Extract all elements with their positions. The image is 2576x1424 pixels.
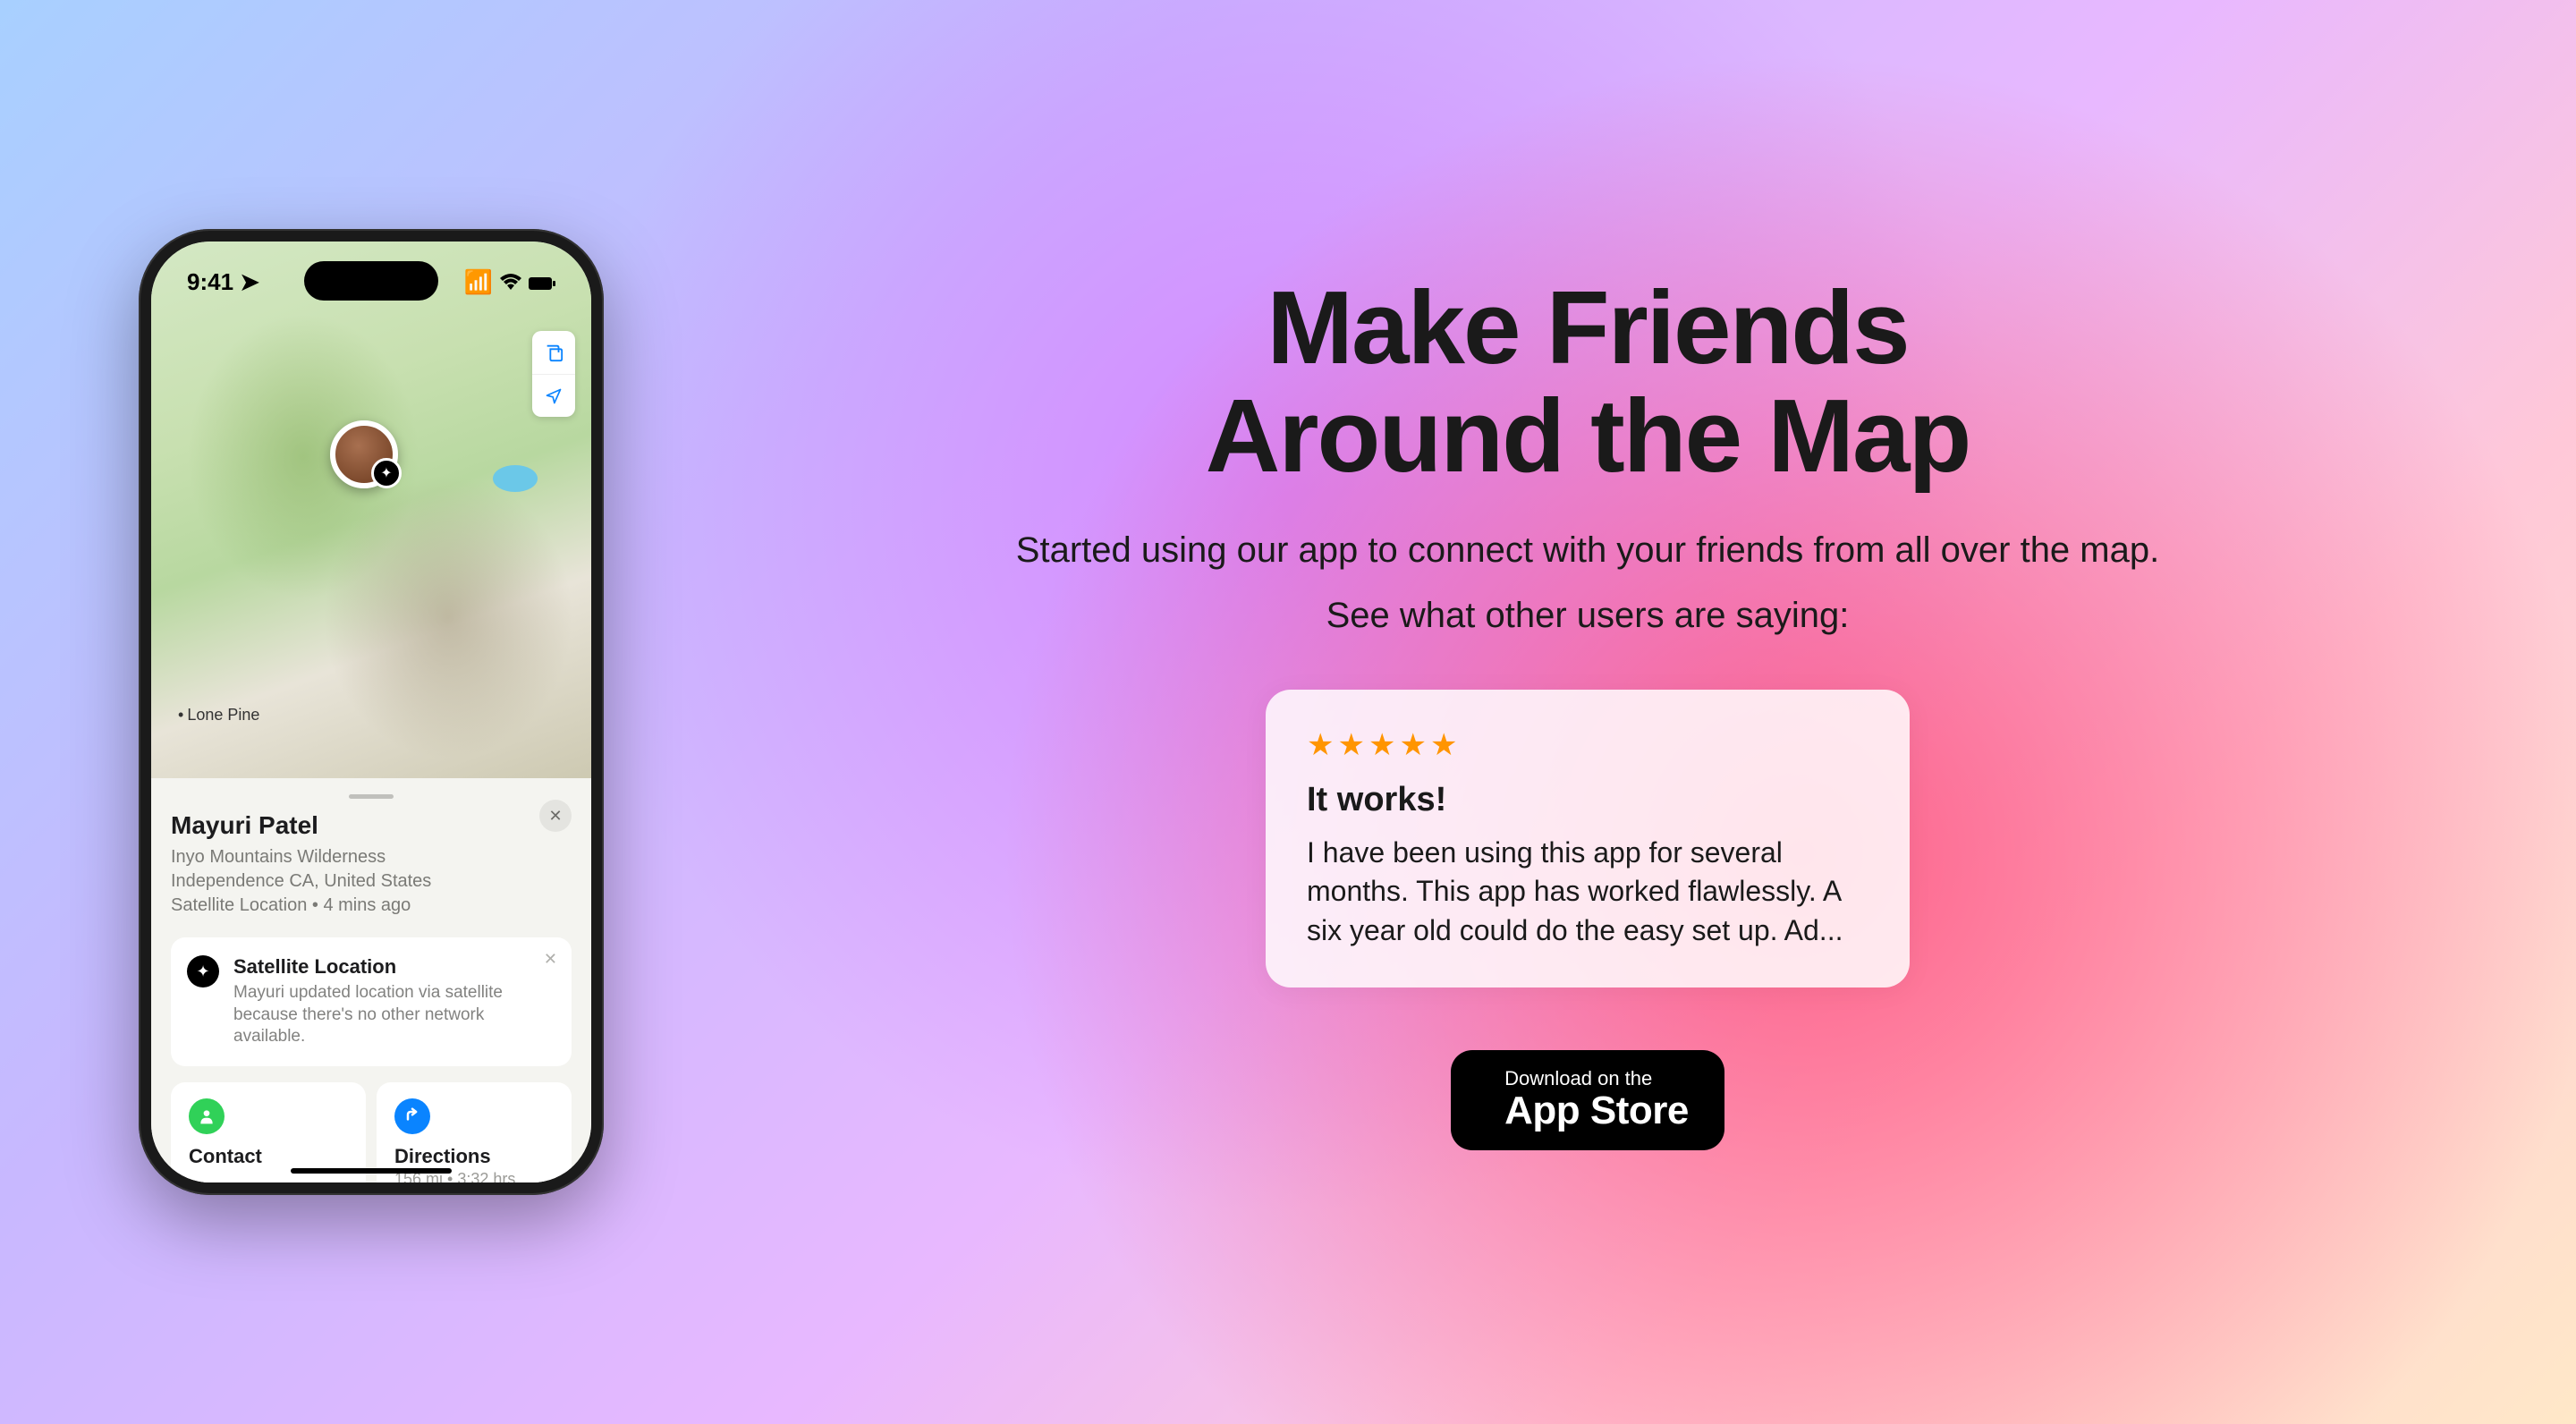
app-store-text: Download on the App Store: [1504, 1068, 1689, 1133]
headline: Make Friends Around the Map: [1206, 274, 1970, 492]
star-icon: ★: [1430, 727, 1457, 763]
review-card: ★ ★ ★ ★ ★ It works! I have been using th…: [1266, 690, 1910, 987]
satellite-badge-icon: ✦: [371, 458, 402, 488]
app-store-small: Download on the: [1504, 1068, 1689, 1089]
signal-icon: 📶: [464, 268, 493, 296]
headline-line-2: Around the Map: [1206, 377, 1970, 494]
app-store-button[interactable]: Download on the App Store: [1451, 1050, 1724, 1151]
sheet-close-button[interactable]: ✕: [539, 800, 572, 832]
star-icon: ★: [1307, 727, 1334, 763]
star-icon: ★: [1337, 727, 1364, 763]
friend-avatar-pin[interactable]: ✦: [330, 420, 398, 488]
content-column: Make Friends Around the Map Started usin…: [724, 274, 2451, 1151]
home-indicator[interactable]: [291, 1168, 452, 1174]
sheet-handle[interactable]: [349, 794, 394, 799]
satellite-icon: ✦: [187, 955, 219, 987]
location-arrow-icon: ➤: [240, 268, 259, 295]
landing-hero: 9:41 ➤ 📶 Lone Pine: [0, 0, 2576, 1424]
phone-column: 9:41 ➤ 📶 Lone Pine: [125, 229, 617, 1195]
subheading-2: See what other users are saying:: [1326, 596, 1850, 636]
review-body: I have been using this app for several m…: [1307, 834, 1868, 950]
star-icon: ★: [1368, 727, 1395, 763]
person-place: Inyo Mountains Wilderness: [171, 845, 572, 869]
map-label-lonepine: Lone Pine: [178, 706, 259, 725]
map-view[interactable]: Lone Pine ✦: [151, 242, 591, 787]
app-store-big: App Store: [1504, 1089, 1689, 1132]
person-city: Independence CA, United States: [171, 869, 572, 894]
map-locate-button[interactable]: [532, 374, 575, 417]
contact-label: Contact: [189, 1145, 348, 1168]
contact-icon: [189, 1098, 225, 1134]
status-right: 📶: [464, 268, 555, 296]
person-meta: Satellite Location • 4 mins ago: [171, 894, 572, 918]
directions-label: Directions: [394, 1145, 554, 1168]
satellite-info-card: ✕ ✦ Satellite Location Mayuri updated lo…: [171, 937, 572, 1066]
phone-screen: 9:41 ➤ 📶 Lone Pine: [151, 242, 591, 1182]
star-icon: ★: [1399, 727, 1426, 763]
map-controls: [532, 331, 575, 417]
subheading-1: Started using our app to connect with yo…: [1016, 530, 2159, 571]
review-title: It works!: [1307, 781, 1868, 819]
headline-line-1: Make Friends: [1267, 269, 1908, 386]
wifi-icon: [500, 268, 521, 296]
map-layers-button[interactable]: [532, 331, 575, 374]
person-name: Mayuri Patel: [171, 811, 572, 840]
review-stars: ★ ★ ★ ★ ★: [1307, 727, 1868, 763]
status-time: 9:41 ➤: [187, 268, 259, 296]
dynamic-island: [304, 261, 438, 301]
info-card-body: Mayuri updated location via satellite be…: [233, 982, 554, 1048]
directions-icon: [394, 1098, 430, 1134]
info-card-title: Satellite Location: [233, 955, 554, 979]
battery-icon: [529, 268, 555, 296]
phone-mockup: 9:41 ➤ 📶 Lone Pine: [139, 229, 604, 1195]
info-card-close-button[interactable]: ✕: [544, 950, 557, 969]
detail-sheet: ✕ Mayuri Patel Inyo Mountains Wilderness…: [151, 778, 591, 1182]
